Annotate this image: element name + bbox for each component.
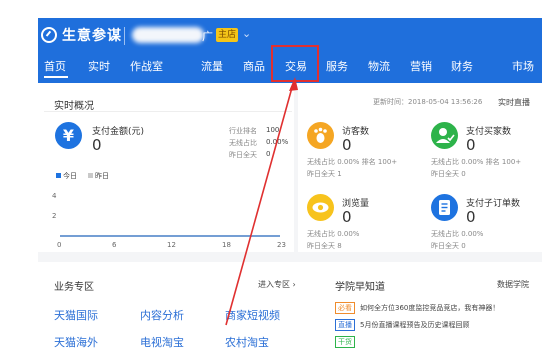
annotation-arrow bbox=[225, 77, 298, 326]
